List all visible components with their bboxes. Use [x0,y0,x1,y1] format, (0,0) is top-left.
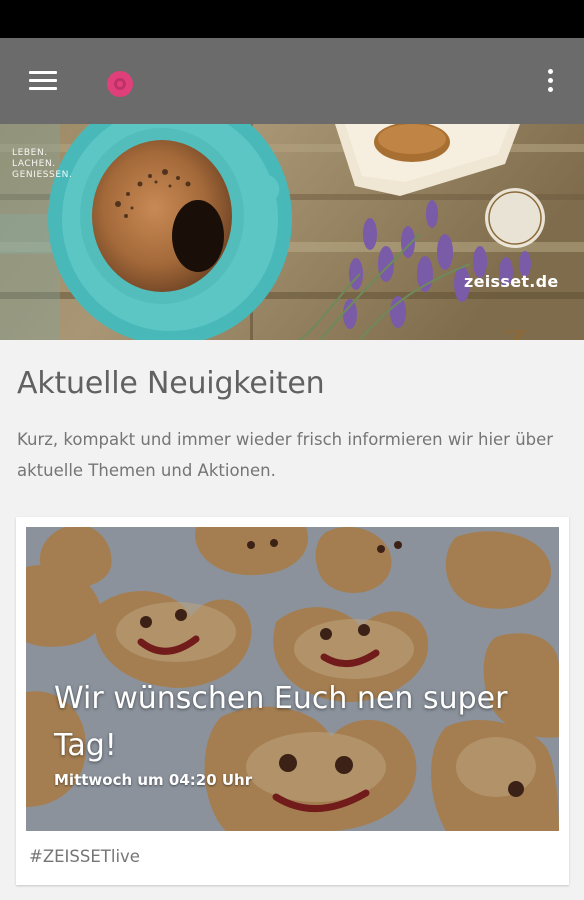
section-description: Kurz, kompakt und immer wieder frisch in… [17,430,554,480]
hero-slogan-line-3: GENIESSEN. [12,170,73,180]
hero-badge-letter: Z [504,325,526,340]
hero-image [0,124,584,340]
hero-domain: zeisset.de [464,272,559,291]
hero-badge: Z [484,310,546,340]
hamburger-menu-icon[interactable] [24,66,62,96]
more-vert-icon[interactable] [536,66,566,96]
hero-slogan: LEBEN. LACHEN. GENIESSEN. [12,148,72,181]
news-card-time: Mittwoch um 04:20 Uhr [54,771,253,789]
hero-slogan-line-1: LEBEN. [12,148,48,158]
news-card[interactable]: Wir wünschen Euch nen super Tag! Mittwoc… [16,517,569,885]
section-title: Aktuelle Neuigkeiten [17,366,325,401]
news-card-title[interactable]: Wir wünschen Euch nen super Tag! [54,675,524,769]
zeisset-logo-icon[interactable] [105,69,135,99]
app-bar [0,38,584,124]
hero-slogan-line-2: LACHEN. [12,159,56,169]
status-bar [0,0,584,38]
news-card-tag[interactable]: #ZEISSETlive [29,847,140,866]
hero-banner: LEBEN. LACHEN. GENIESSEN. Z zeisset.de [0,124,584,340]
